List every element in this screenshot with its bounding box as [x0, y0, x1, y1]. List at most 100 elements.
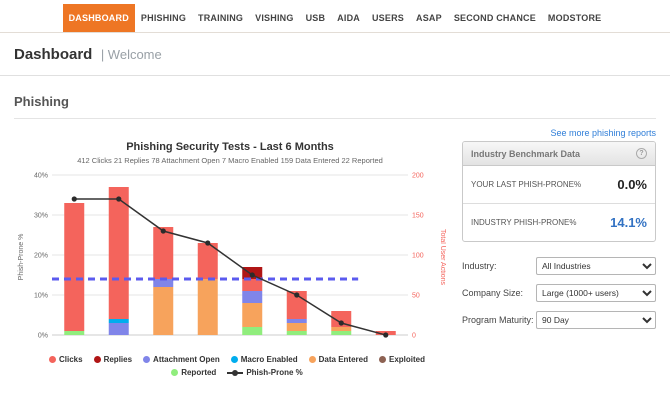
benchmark-row-value: 0.0% — [617, 177, 647, 192]
nav-item-users[interactable]: USERS — [366, 4, 410, 32]
nav-item-asap[interactable]: ASAP — [410, 4, 448, 32]
bar-segment-reported — [287, 331, 307, 335]
legend-label: Data Entered — [319, 355, 368, 364]
nav-item-phishing[interactable]: PHISHING — [135, 4, 192, 32]
svg-text:0: 0 — [412, 333, 416, 340]
nav-item-training[interactable]: TRAINING — [192, 4, 249, 32]
legend-dot-icon — [309, 356, 316, 363]
legend-item-replies[interactable]: Replies — [94, 355, 132, 364]
benchmark-row-industry-phish-prone: INDUSTRY PHISH-PRONE% 14.1% — [463, 204, 655, 241]
legend-dot-icon — [231, 356, 238, 363]
chart-legend: Clicks Replies Attachment Open Macro Enable… — [14, 355, 446, 377]
bar-segment-reported — [242, 327, 262, 335]
filter-select-company-size[interactable]: Large (1000+ users) — [536, 284, 656, 302]
section-title-phishing: Phishing — [14, 76, 656, 119]
legend-dot-icon — [143, 356, 150, 363]
page-subtitle: | Welcome — [101, 47, 162, 62]
benchmark-panel-header: Industry Benchmark Data ? — [463, 142, 655, 166]
industry-benchmark-panel: Industry Benchmark Data ? YOUR LAST PHIS… — [462, 141, 656, 242]
chart-plot-area: 0% 0 10% 50 20% 100 30% 150 40% 200 Phish-Prone % T… — [14, 167, 446, 352]
bar-segment-data-entered — [153, 287, 173, 335]
phish-prone-point — [294, 292, 299, 297]
svg-text:200: 200 — [412, 173, 424, 180]
phishing-chart-panel: Phishing Security Tests - Last 6 Months … — [14, 139, 446, 377]
chart-subtitle: 412 Clicks 21 Replies 78 Attachment Open… — [14, 156, 446, 165]
legend-label: Clicks — [59, 355, 83, 364]
svg-text:Phish-Prone %: Phish-Prone % — [18, 234, 25, 281]
nav-item-usb[interactable]: USB — [300, 4, 332, 32]
nav-item-aida[interactable]: AIDA — [331, 4, 366, 32]
phish-prone-point — [116, 196, 121, 201]
filter-label: Program Maturity: — [462, 315, 534, 325]
benchmark-panel-title: Industry Benchmark Data — [471, 149, 580, 159]
bar-segment-clicks — [153, 227, 173, 279]
svg-text:150: 150 — [412, 213, 424, 220]
filter-select-program-maturity[interactable]: 90 Day — [536, 311, 656, 329]
legend-label: Exploited — [389, 355, 425, 364]
svg-text:50: 50 — [412, 293, 420, 300]
bar-segment-data-entered — [198, 279, 218, 335]
svg-text:20%: 20% — [34, 253, 48, 260]
legend-item-macro-enabled[interactable]: Macro Enabled — [231, 355, 298, 364]
filter-row-industry: Industry: All Industries — [462, 257, 656, 275]
legend-dot-icon — [171, 369, 178, 376]
bar-segment-attachment-open — [109, 323, 129, 335]
phish-prone-point — [383, 332, 388, 337]
nav-item-dashboard[interactable]: DASHBOARD — [63, 4, 135, 32]
legend-item-exploited[interactable]: Exploited — [379, 355, 425, 364]
bar-segment-data-entered — [331, 327, 351, 331]
phish-prone-point — [161, 228, 166, 233]
benchmark-row-value: 14.1% — [610, 215, 647, 230]
bar-segment-clicks — [64, 203, 84, 331]
svg-text:10%: 10% — [34, 293, 48, 300]
legend-item-phish-prone[interactable]: Phish-Prone % — [227, 368, 302, 377]
legend-item-data-entered[interactable]: Data Entered — [309, 355, 368, 364]
svg-text:40%: 40% — [34, 173, 48, 180]
bar-segment-clicks — [242, 279, 262, 291]
bar-segment-attachment-open — [242, 291, 262, 303]
bar-segment-macro-enabled — [109, 319, 129, 323]
help-icon[interactable]: ? — [636, 148, 647, 159]
svg-text:0%: 0% — [38, 333, 48, 340]
bar-segment-reported — [64, 331, 84, 335]
benchmark-row-label: YOUR LAST PHISH-PRONE% — [471, 180, 581, 189]
bar-segment-reported — [331, 331, 351, 335]
phishing-chart-svg: 0% 0 10% 50 20% 100 30% 150 40% 200 Phish-Prone % T… — [14, 167, 446, 347]
nav-item-second-chance[interactable]: SECOND CHANCE — [448, 4, 542, 32]
phish-prone-point — [72, 196, 77, 201]
legend-label: Replies — [104, 355, 132, 364]
legend-label: Macro Enabled — [241, 355, 298, 364]
svg-text:30%: 30% — [34, 213, 48, 220]
nav-item-vishing[interactable]: VISHING — [249, 4, 299, 32]
benchmark-filters: Industry: All Industries Company Size: Larg… — [462, 257, 656, 329]
phish-prone-point — [205, 240, 210, 245]
phish-prone-point — [339, 320, 344, 325]
benchmark-row-label: INDUSTRY PHISH-PRONE% — [471, 218, 577, 227]
chart-title: Phishing Security Tests - Last 6 Months — [14, 141, 446, 153]
phish-prone-point — [250, 272, 255, 277]
bar-segment-clicks — [109, 187, 129, 319]
legend-label: Attachment Open — [153, 355, 220, 364]
nav-item-modstore[interactable]: MODSTORE — [542, 4, 607, 32]
legend-item-clicks[interactable]: Clicks — [49, 355, 83, 364]
legend-line-icon — [227, 372, 243, 374]
top-navigation: DASHBOARDPHISHINGTRAININGVISHINGUSBAIDAU… — [0, 0, 670, 33]
svg-text:100: 100 — [412, 253, 424, 260]
page-title: Dashboard — [14, 46, 92, 63]
legend-item-reported[interactable]: Reported — [171, 368, 216, 377]
filter-select-industry[interactable]: All Industries — [536, 257, 656, 275]
svg-text:Total User Actions: Total User Actions — [439, 229, 446, 286]
see-more-phishing-reports-link[interactable]: See more phishing reports — [14, 128, 656, 138]
benchmark-row-your-last-phish-prone: YOUR LAST PHISH-PRONE% 0.0% — [463, 166, 655, 204]
bar-segment-data-entered — [287, 323, 307, 331]
filter-row-program-maturity: Program Maturity:90 Day — [462, 311, 656, 329]
filter-label: Industry: — [462, 261, 497, 271]
legend-dot-icon — [49, 356, 56, 363]
legend-label: Reported — [181, 368, 216, 377]
filter-label: Company Size: — [462, 288, 523, 298]
legend-item-attachment-open[interactable]: Attachment Open — [143, 355, 220, 364]
bar-segment-attachment-open — [287, 319, 307, 323]
bar-segment-data-entered — [242, 303, 262, 327]
filter-row-company-size: Company Size: Large (1000+ users) — [462, 284, 656, 302]
legend-dot-icon — [379, 356, 386, 363]
